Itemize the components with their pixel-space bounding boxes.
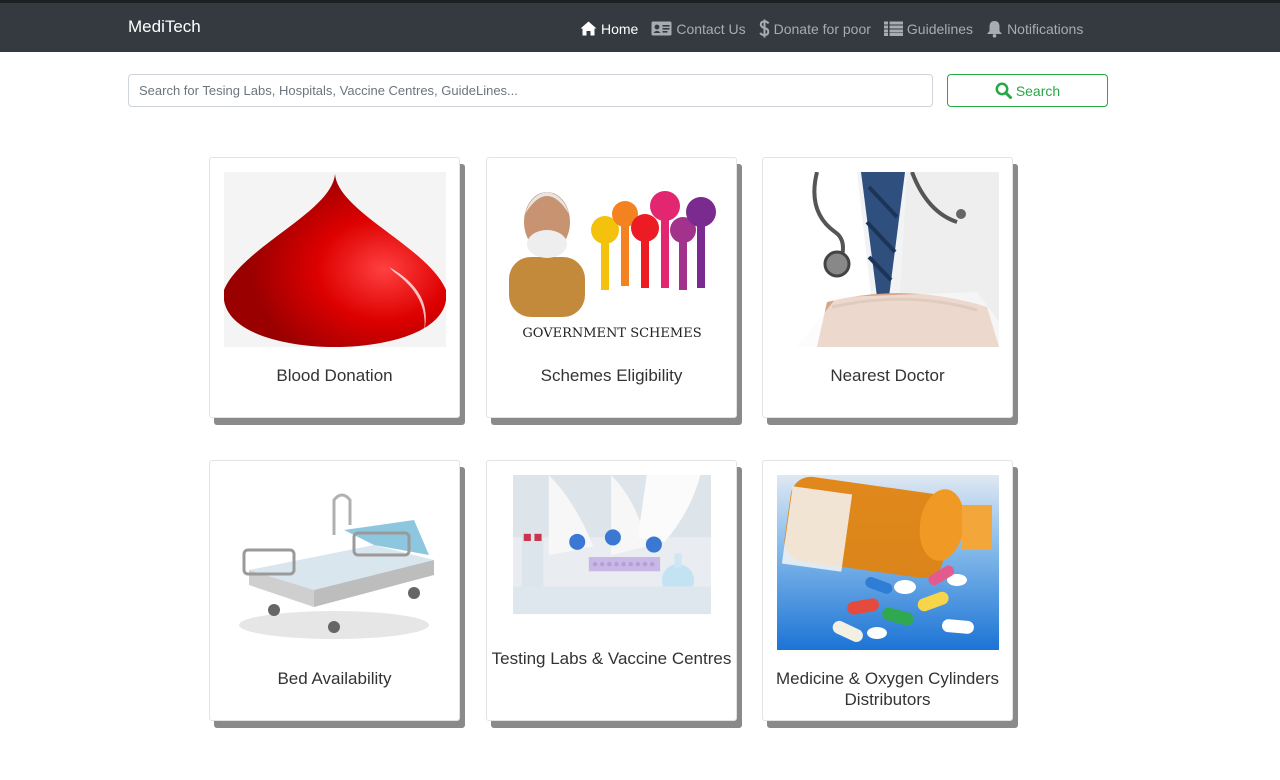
card-title: Nearest Doctor [830, 366, 945, 385]
nav-label-notifications: Notifications [1007, 20, 1084, 37]
nav-menu: Home Contact Us Donate for poor Guidelin… [580, 19, 1096, 38]
home-icon [580, 21, 597, 36]
card-title: Schemes Eligibility [540, 366, 683, 385]
search-icon [995, 82, 1012, 99]
nav-label-guidelines: Guidelines [906, 20, 974, 37]
card-bed-availability[interactable]: Bed Availability [209, 460, 460, 721]
nav-label-contact: Contact Us [676, 20, 746, 37]
address-card-icon [651, 21, 672, 36]
nav-item-donate[interactable]: Donate for poor [758, 19, 871, 38]
nav-item-contact[interactable]: Contact Us [651, 20, 746, 38]
doctor-stethoscope-image [777, 172, 999, 347]
laboratory-image [513, 475, 711, 615]
hospital-bed-image [224, 475, 446, 650]
nav-label-donate: Donate for poor [773, 20, 871, 37]
navbar: MediTech Home Contact Us Donate for poor… [0, 0, 1280, 52]
list-icon [883, 21, 903, 36]
brand-logo[interactable]: MediTech [128, 17, 201, 37]
government-schemes-image: GOVERNMENT SCHEMES [501, 172, 723, 347]
card-blood-donation[interactable]: Blood Donation [209, 157, 460, 418]
image-caption: GOVERNMENT SCHEMES [522, 326, 701, 341]
search-button-label: Search [1015, 82, 1061, 99]
card-title: Medicine & Oxygen Cylinders Distributors [776, 669, 999, 709]
card-title: Bed Availability [277, 669, 392, 688]
card-title: Testing Labs & Vaccine Centres [491, 649, 732, 668]
card-nearest-doctor[interactable]: Nearest Doctor [762, 157, 1013, 418]
dollar-icon [758, 19, 770, 38]
card-title: Blood Donation [276, 366, 393, 385]
nav-item-guidelines[interactable]: Guidelines [883, 20, 974, 38]
nav-label-home: Home [601, 20, 639, 37]
nav-item-notifications[interactable]: Notifications [986, 20, 1083, 38]
nav-item-home[interactable]: Home [580, 20, 638, 38]
medicine-pills-image [777, 475, 999, 650]
search-input[interactable] [128, 74, 933, 107]
blood-drop-image [224, 172, 446, 347]
card-schemes-eligibility[interactable]: GOVERNMENT SCHEMES Schemes Eligibility [486, 157, 737, 418]
bell-icon [987, 20, 1003, 38]
card-medicine-oxygen[interactable]: Medicine & Oxygen Cylinders Distributors [762, 460, 1013, 721]
search-button[interactable]: Search [947, 74, 1108, 107]
card-testing-labs[interactable]: Testing Labs & Vaccine Centres [486, 460, 737, 721]
